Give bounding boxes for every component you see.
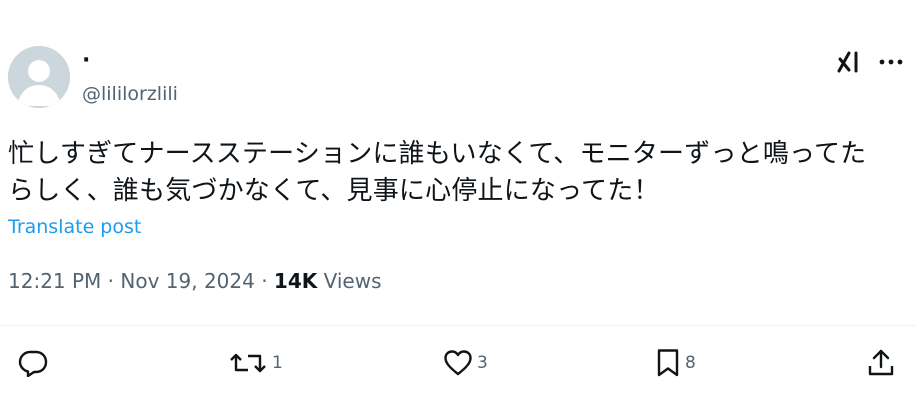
share-button[interactable] — [866, 348, 896, 378]
grok-icon[interactable] — [836, 50, 862, 74]
bookmark-icon — [657, 349, 679, 377]
post-time[interactable]: 12:21 PM — [8, 269, 101, 293]
avatar[interactable] — [8, 46, 70, 108]
like-button[interactable]: 3 — [443, 348, 488, 378]
views-count: 14K — [273, 269, 318, 293]
heart-icon — [444, 350, 472, 376]
display-name[interactable]: · — [82, 48, 90, 74]
more-icon[interactable] — [876, 52, 906, 72]
repost-icon — [230, 353, 266, 373]
post-text: 忙しすぎてナースステーションに誰もいなくて、モニターずっと鳴ってた らしく、誰も… — [8, 136, 908, 210]
bookmark-count: 8 — [685, 353, 696, 373]
meta-separator: · — [261, 269, 268, 293]
post-meta: 12:21 PM · Nov 19, 2024 · 14K Views — [8, 268, 382, 294]
translate-post-link[interactable]: Translate post — [8, 215, 141, 239]
reply-button[interactable] — [18, 348, 48, 378]
default-avatar-icon — [8, 46, 70, 108]
post-text-line: 忙しすぎてナースステーションに誰もいなくて、モニターずっと鳴ってた — [8, 139, 867, 169]
repost-count: 1 — [272, 353, 283, 373]
reply-icon — [18, 350, 48, 377]
bookmark-button[interactable]: 8 — [655, 348, 696, 378]
views-label: Views — [323, 269, 382, 293]
post-card: · @lililorzlili 忙しすぎてナースステーションに誰もいなくて、モニ… — [0, 0, 916, 403]
post-date[interactable]: Nov 19, 2024 — [120, 269, 254, 293]
user-handle[interactable]: @lililorzlili — [82, 82, 178, 106]
divider — [0, 325, 916, 326]
repost-button[interactable]: 1 — [228, 348, 283, 378]
post-text-line: らしく、誰も気づかなくて、見事に心停止になってた！ — [8, 176, 660, 206]
like-count: 3 — [477, 353, 488, 373]
share-icon — [868, 349, 894, 376]
meta-separator: · — [107, 269, 115, 293]
